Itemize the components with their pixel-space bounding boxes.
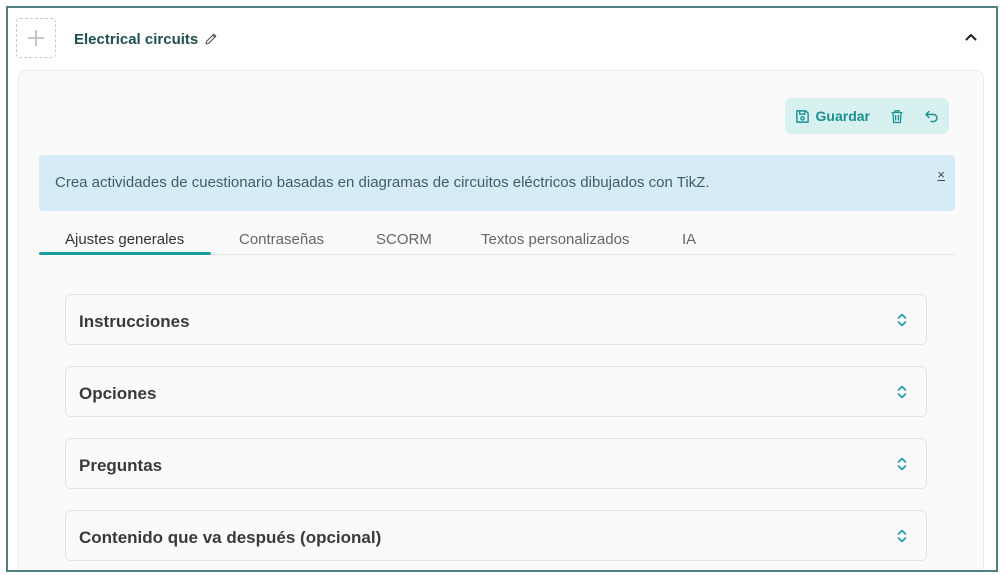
save-button[interactable]: Guardar <box>795 108 870 124</box>
tab-contrasenas[interactable]: Contraseñas <box>239 231 324 248</box>
collapse-card-button[interactable] <box>964 30 978 49</box>
save-label: Guardar <box>815 108 870 124</box>
expand-collapse-icon <box>897 385 907 399</box>
active-tab-indicator <box>39 252 211 255</box>
section-preguntas[interactable]: Preguntas <box>65 438 927 489</box>
pencil-icon <box>205 33 217 45</box>
alert-text: Crea actividades de cuestionario basadas… <box>55 174 710 191</box>
close-icon[interactable]: × <box>937 167 945 182</box>
section-title: Opciones <box>79 384 157 403</box>
tab-ajustes-generales[interactable]: Ajustes generales <box>65 231 184 248</box>
save-icon <box>795 109 809 123</box>
settings-tabs: Ajustes generales Contraseñas SCORM Text… <box>39 221 955 255</box>
section-opciones[interactable]: Opciones <box>65 366 927 417</box>
trash-icon <box>891 109 903 123</box>
activity-card: Electrical circuits Guardar Crea activid… <box>6 6 998 572</box>
section-contenido-despues[interactable]: Contenido que va después (opcional) <box>65 510 927 561</box>
editor-toolbar: Guardar <box>784 98 949 134</box>
section-title: Instrucciones <box>79 312 190 331</box>
tab-textos-personalizados[interactable]: Textos personalizados <box>481 231 629 248</box>
add-thumbnail-button[interactable] <box>16 18 56 58</box>
expand-collapse-icon <box>897 313 907 327</box>
plus-icon <box>28 30 44 46</box>
undo-button[interactable] <box>924 109 939 123</box>
edit-title-button[interactable] <box>204 32 218 51</box>
info-alert: Crea actividades de cuestionario basadas… <box>39 155 955 211</box>
tab-scorm[interactable]: SCORM <box>376 231 432 248</box>
activity-title: Electrical circuits <box>74 31 199 48</box>
card-header: Electrical circuits <box>8 8 996 70</box>
editor-panel: Guardar Crea actividades de cuestionario… <box>18 70 984 570</box>
expand-collapse-icon <box>897 529 907 543</box>
section-title: Preguntas <box>79 456 163 475</box>
section-title: Contenido que va después (opcional) <box>79 528 382 547</box>
section-instrucciones[interactable]: Instrucciones <box>65 294 927 345</box>
undo-icon <box>925 110 938 123</box>
chevron-up-icon <box>965 34 977 41</box>
delete-button[interactable] <box>890 109 904 124</box>
tab-ia[interactable]: IA <box>682 231 696 248</box>
expand-collapse-icon <box>897 457 907 471</box>
